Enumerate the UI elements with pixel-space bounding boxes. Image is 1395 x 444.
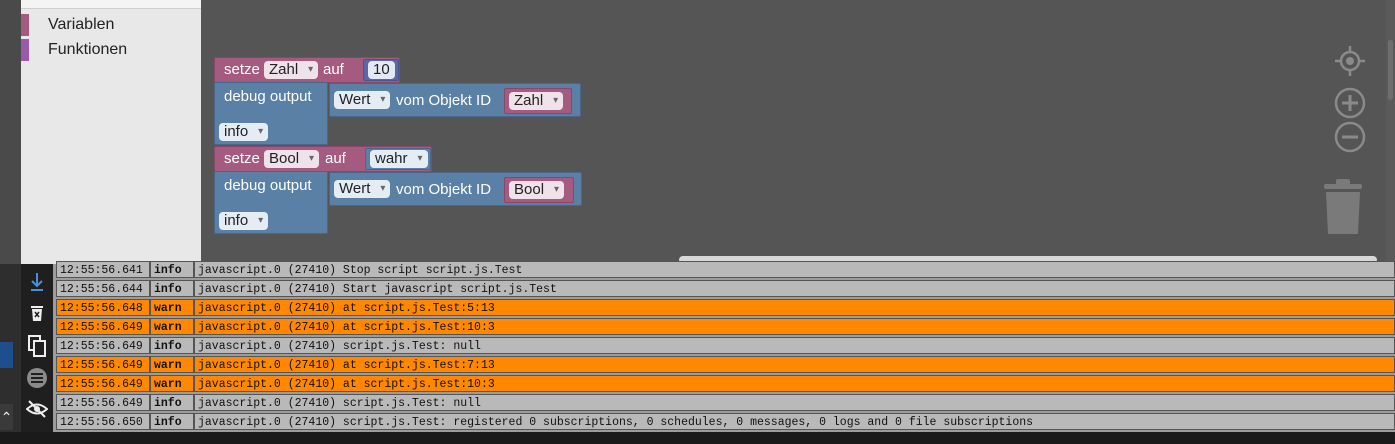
list-icon[interactable] bbox=[21, 367, 53, 391]
get-value-block[interactable]: Wert vom Objekt ID Bool bbox=[329, 172, 582, 206]
log-level-cell: warn bbox=[150, 375, 194, 392]
log-row: 12:55:56.650 info javascript.0 (27410) scr… bbox=[56, 413, 1395, 430]
log-time-cell: 12:55:56.649 bbox=[56, 375, 150, 392]
block-label-debug-output: debug output bbox=[224, 177, 312, 194]
log-time-cell: 12:55:56.649 bbox=[56, 318, 150, 335]
log-message-cell: javascript.0 (27410) script.js.Test: nul… bbox=[194, 337, 1395, 354]
vertical-scroll-thumb[interactable] bbox=[1388, 40, 1393, 100]
log-level-cell: info bbox=[150, 413, 194, 430]
toolbox-category-variablen[interactable]: Variablen bbox=[21, 14, 201, 36]
log-time-cell: 12:55:56.650 bbox=[56, 413, 150, 430]
set-variable-block[interactable]: setze Bool auf wahr bbox=[214, 146, 432, 172]
log-time-cell: 12:55:56.649 bbox=[56, 337, 150, 354]
debug-output-block[interactable]: debug output info bbox=[214, 171, 328, 234]
set-variable-block[interactable]: setze Zahl auf 10 bbox=[214, 57, 400, 83]
log-toolbar bbox=[21, 264, 53, 432]
log-row: 12:55:56.649 info javascript.0 (27410) scr… bbox=[56, 337, 1395, 354]
toolbox-category-funktionen[interactable]: Funktionen bbox=[21, 39, 201, 61]
log-level-cell: info bbox=[150, 337, 194, 354]
log-time-cell: 12:55:56.644 bbox=[56, 280, 150, 297]
boolean-dropdown[interactable]: wahr bbox=[370, 150, 428, 168]
log-level-cell: warn bbox=[150, 318, 194, 335]
boolean-block[interactable]: wahr bbox=[365, 148, 431, 170]
variable-dropdown[interactable]: Zahl bbox=[264, 61, 319, 79]
log-row: 12:55:56.649 info javascript.0 (27410) scr… bbox=[56, 394, 1395, 411]
block-label-setze: setze bbox=[224, 61, 260, 78]
up-down-chevron-icon[interactable]: ⌃ bbox=[0, 404, 13, 430]
log-row: 12:55:56.649 warn javascript.0 (27410) at … bbox=[56, 318, 1395, 335]
variable-get-block[interactable]: Bool bbox=[504, 177, 574, 203]
log-message-cell: javascript.0 (27410) Start javascript sc… bbox=[194, 280, 1395, 297]
left-edge-accent bbox=[0, 342, 13, 368]
hide-icon[interactable] bbox=[21, 400, 53, 424]
zoom-out-icon[interactable] bbox=[1334, 121, 1366, 153]
number-block[interactable]: 10 bbox=[363, 59, 399, 81]
category-color-swatch bbox=[21, 14, 29, 36]
block-label-auf: auf bbox=[325, 150, 346, 167]
log-level-cell: warn bbox=[150, 299, 194, 316]
blockly-toolbox: Variablen Funktionen bbox=[21, 0, 201, 264]
log-level-cell: info bbox=[150, 394, 194, 411]
log-level-dropdown[interactable]: info bbox=[219, 123, 269, 141]
number-field[interactable]: 10 bbox=[368, 61, 395, 79]
log-level-dropdown[interactable]: info bbox=[219, 212, 269, 230]
category-color-swatch bbox=[21, 39, 29, 61]
property-dropdown[interactable]: Wert bbox=[334, 180, 391, 198]
log-table: 12:55:56.641 info javascript.0 (27410) Sto… bbox=[53, 261, 1395, 432]
variable-dropdown[interactable]: Zahl bbox=[509, 92, 564, 110]
log-message-cell: javascript.0 (27410) script.js.Test: nul… bbox=[194, 394, 1395, 411]
crosshair-icon[interactable] bbox=[1334, 45, 1366, 77]
log-row: 12:55:56.649 warn javascript.0 (27410) at … bbox=[56, 375, 1395, 392]
log-message-cell: javascript.0 (27410) at script.js.Test:7… bbox=[194, 356, 1395, 373]
variable-dropdown[interactable]: Bool bbox=[264, 150, 320, 168]
log-message-cell: javascript.0 (27410) at script.js.Test:1… bbox=[194, 375, 1395, 392]
block-label-auf: auf bbox=[323, 61, 344, 78]
log-level-cell: info bbox=[150, 280, 194, 297]
debug-output-block[interactable]: debug output info bbox=[214, 82, 328, 145]
scroll-down-icon[interactable] bbox=[21, 272, 53, 296]
property-dropdown[interactable]: Wert bbox=[334, 91, 391, 109]
log-time-cell: 12:55:56.649 bbox=[56, 394, 150, 411]
zoom-in-icon[interactable] bbox=[1334, 87, 1366, 119]
block-label-vom-objekt-id: vom Objekt ID bbox=[396, 92, 492, 109]
bottom-status-bar bbox=[0, 432, 1395, 444]
toolbox-divider bbox=[21, 0, 201, 9]
copy-icon[interactable] bbox=[21, 335, 53, 359]
log-row: 12:55:56.641 info javascript.0 (27410) Sto… bbox=[56, 261, 1395, 278]
log-time-cell: 12:55:56.641 bbox=[56, 261, 150, 278]
variable-get-block[interactable]: Zahl bbox=[504, 88, 572, 114]
left-edge-panel bbox=[0, 0, 21, 264]
delete-log-icon[interactable] bbox=[21, 304, 53, 328]
block-label-debug-output: debug output bbox=[224, 88, 312, 105]
toolbox-category-label: Funktionen bbox=[48, 41, 128, 58]
log-message-cell: javascript.0 (27410) Stop script script.… bbox=[194, 261, 1395, 278]
log-level-cell: info bbox=[150, 261, 194, 278]
get-value-block[interactable]: Wert vom Objekt ID Zahl bbox=[329, 83, 581, 117]
block-label-setze: setze bbox=[224, 150, 260, 167]
variable-dropdown[interactable]: Bool bbox=[509, 181, 565, 199]
log-level-cell: warn bbox=[150, 356, 194, 373]
log-row: 12:55:56.649 warn javascript.0 (27410) at … bbox=[56, 356, 1395, 373]
log-row: 12:55:56.644 info javascript.0 (27410) Sta… bbox=[56, 280, 1395, 297]
log-message-cell: javascript.0 (27410) script.js.Test: reg… bbox=[194, 413, 1395, 430]
block-label-vom-objekt-id: vom Objekt ID bbox=[396, 181, 492, 198]
log-message-cell: javascript.0 (27410) at script.js.Test:1… bbox=[194, 318, 1395, 335]
trash-icon[interactable] bbox=[1320, 178, 1366, 236]
toolbox-category-label: Variablen bbox=[48, 16, 115, 33]
log-time-cell: 12:55:56.648 bbox=[56, 299, 150, 316]
log-time-cell: 12:55:56.649 bbox=[56, 356, 150, 373]
log-message-cell: javascript.0 (27410) at script.js.Test:5… bbox=[194, 299, 1395, 316]
log-row: 12:55:56.648 warn javascript.0 (27410) at … bbox=[56, 299, 1395, 316]
